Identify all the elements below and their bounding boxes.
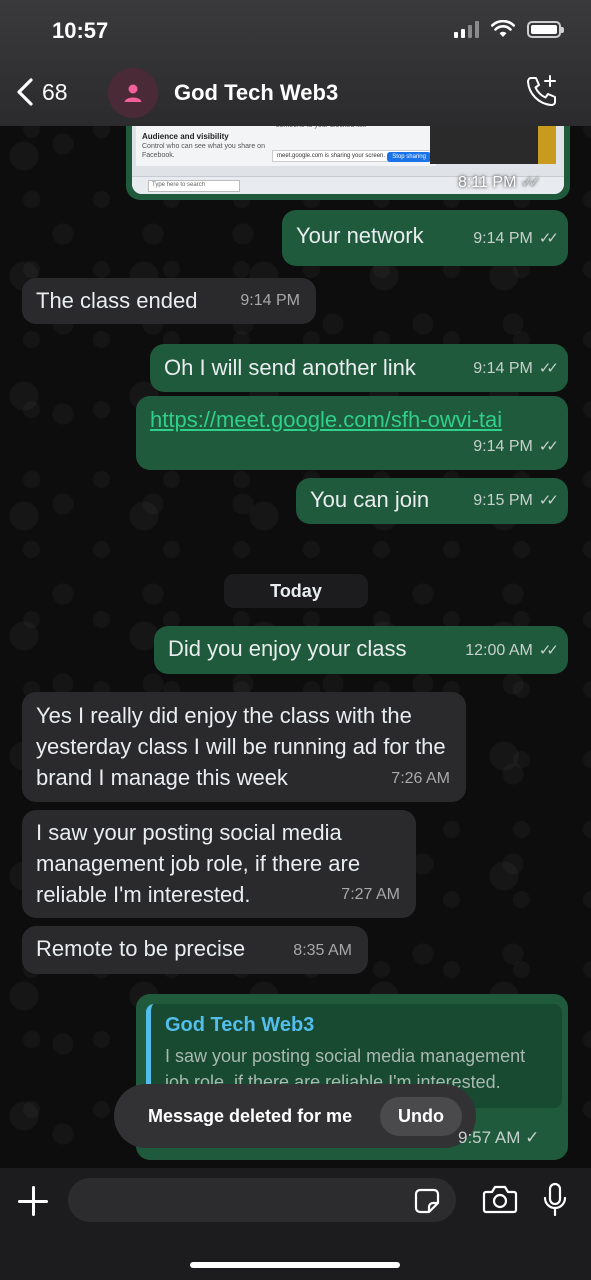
home-indicator [190, 1262, 400, 1268]
camera-button[interactable] [482, 1184, 518, 1219]
message-incoming[interactable]: Remote to be precise 8:35 AM [22, 926, 368, 974]
message-meta: 9:14 PM [240, 292, 300, 309]
camera-icon [482, 1185, 518, 1214]
image-message[interactable]: Audience and visibility Control who can … [126, 118, 570, 200]
deleted-toast: Message deleted for me Undo [114, 1084, 476, 1148]
message-input[interactable] [68, 1178, 456, 1222]
screenshot-doc-text: Control who can see what you share on Fa… [142, 143, 265, 159]
screenshot-share-bar: meet.google.com is sharing your screen. … [272, 150, 452, 162]
message-text: Remote to be precise [36, 936, 246, 961]
message-meta: 12:00 AM ✓✓ [465, 635, 559, 666]
sticker-button[interactable] [414, 1188, 440, 1219]
screenshot-stop-button: Stop sharing [387, 152, 431, 162]
attach-plus-button[interactable] [16, 1184, 50, 1218]
screenshot-search: Type here to search [148, 180, 240, 192]
mic-button[interactable] [542, 1182, 568, 1223]
message-outgoing[interactable]: Oh I will send another link 9:14 PM ✓✓ [150, 344, 568, 392]
read-ticks-icon: ✓✓ [520, 174, 541, 191]
message-text: Did you enjoy your class [168, 636, 407, 661]
message-text: You can join [310, 487, 430, 512]
status-time: 10:57 [52, 18, 109, 43]
message-outgoing[interactable]: Your network 9:14 PM ✓✓ [282, 210, 568, 266]
message-meta: 7:27 AM [341, 886, 400, 903]
read-ticks-icon: ✓✓ [538, 492, 559, 509]
message-outgoing-link[interactable]: https://meet.google.com/sfh-owvi-tai 9:1… [136, 396, 568, 470]
battery-icon [527, 20, 564, 38]
undo-button[interactable]: Undo [380, 1096, 462, 1136]
wifi-icon [491, 20, 515, 37]
message-meta: 7:26 AM [391, 770, 450, 787]
quoted-sender: God Tech Web3 [165, 1014, 315, 1036]
message-meta: 8:35 AM [293, 942, 352, 959]
chevron-left-icon [17, 78, 33, 106]
message-outgoing[interactable]: Did you enjoy your class 12:00 AM ✓✓ [154, 626, 568, 674]
person-icon [124, 84, 142, 102]
status-icons [454, 20, 564, 38]
read-ticks-icon: ✓✓ [538, 438, 559, 455]
message-meta: 9:14 PM ✓✓ [473, 431, 559, 462]
message-incoming[interactable]: The class ended 9:14 PM [22, 278, 316, 324]
add-call-button[interactable] [525, 74, 559, 113]
chat-title[interactable]: God Tech Web3 [174, 80, 338, 106]
back-button[interactable]: 68 [16, 78, 68, 106]
toast-text: Message deleted for me [148, 1105, 353, 1126]
read-ticks-icon: ✓✓ [538, 230, 559, 247]
message-text: I saw your posting social media manageme… [36, 820, 361, 907]
phone-plus-icon [527, 75, 556, 106]
message-meta: 9:14 PM ✓✓ [473, 353, 559, 384]
meet-link[interactable]: https://meet.google.com/sfh-owvi-tai [150, 407, 502, 432]
message-time: 8:11 PM ✓✓ [458, 174, 541, 191]
message-meta: 9:57 AM ✓ [458, 1128, 540, 1147]
message-meta: 9:15 PM ✓✓ [473, 485, 559, 516]
microphone-icon [543, 1182, 567, 1217]
message-text: Oh I will send another link [164, 355, 416, 380]
read-ticks-icon: ✓✓ [538, 642, 559, 659]
cellular-signal-icon [454, 20, 479, 38]
message-text: The class ended [36, 288, 198, 313]
message-incoming[interactable]: Yes I really did enjoy the class with th… [22, 692, 466, 802]
screenshot-share-text: meet.google.com is sharing your screen. [277, 153, 386, 159]
message-outgoing[interactable]: You can join 9:15 PM ✓✓ [296, 478, 568, 524]
message-text: Your network [296, 223, 424, 248]
screenshot-doc-title: Audience and visibility [142, 132, 229, 141]
message-incoming[interactable]: I saw your posting social media manageme… [22, 810, 416, 918]
sticker-icon [414, 1188, 440, 1214]
chat-header: 10:57 68 God Tech Web3 [0, 0, 591, 126]
message-text: Yes I really did enjoy the class with th… [36, 703, 446, 790]
sent-tick-icon: ✓ [525, 1128, 540, 1147]
avatar[interactable] [108, 68, 158, 118]
date-separator: Today [224, 574, 368, 608]
message-meta: 9:14 PM ✓✓ [473, 223, 559, 254]
read-ticks-icon: ✓✓ [538, 360, 559, 377]
composer-bar [0, 1168, 591, 1280]
unread-count: 68 [42, 78, 68, 105]
